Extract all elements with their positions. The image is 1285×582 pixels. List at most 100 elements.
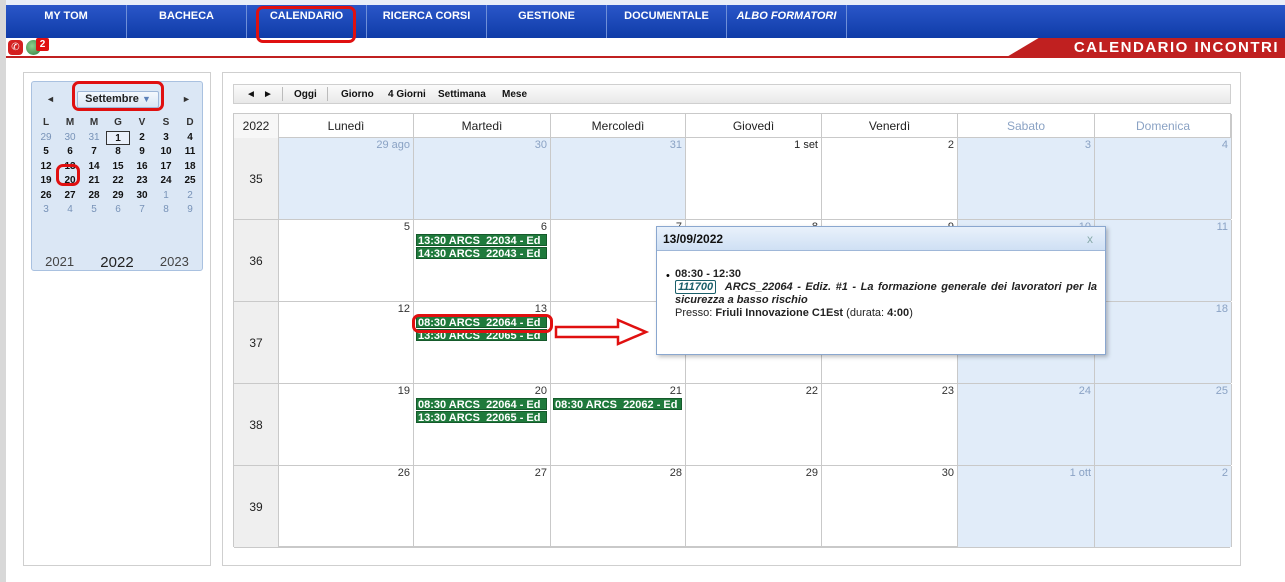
- day-cell[interactable]: 5: [279, 220, 414, 301]
- day-cell[interactable]: 18: [1095, 302, 1232, 383]
- mini-day[interactable]: 9: [130, 145, 154, 160]
- mini-day[interactable]: 15: [106, 160, 130, 175]
- view-day-button[interactable]: Giorno: [341, 89, 374, 100]
- day-number: 2: [1221, 467, 1228, 479]
- nav-albo-formatori[interactable]: ALBO FORMATORI: [727, 5, 847, 38]
- day-number: 6: [540, 221, 547, 233]
- mini-day[interactable]: 19: [34, 174, 58, 189]
- calendar-event[interactable]: 13:30 ARCS_22034 - Ed: [416, 234, 547, 246]
- day-cell[interactable]: 20 08:30 ARCS_22064 - Ed 13:30 ARCS_22065 …: [414, 384, 551, 465]
- phone-icon[interactable]: ✆: [8, 40, 23, 55]
- calendar-event[interactable]: 14:30 ARCS_22043 - Ed: [416, 247, 547, 259]
- day-cell[interactable]: 26: [279, 466, 414, 547]
- mini-day[interactable]: 3: [154, 131, 178, 146]
- close-icon[interactable]: x: [1087, 227, 1093, 251]
- page-banner: CALENDARIO INCONTRI: [1005, 38, 1285, 58]
- mini-day[interactable]: 12: [34, 160, 58, 175]
- highlight-day-13: [56, 164, 80, 186]
- calendar-event[interactable]: 13:30 ARCS_22065 - Ed: [416, 411, 547, 423]
- day-cell[interactable]: 25: [1095, 384, 1232, 465]
- week-row: 35 29 ago 30 31 1 set 2 3 4: [234, 138, 1232, 220]
- day-cell[interactable]: 21 08:30 ARCS_22062 - Ed: [551, 384, 686, 465]
- mini-day[interactable]: 16: [130, 160, 154, 175]
- nav-documentale[interactable]: DOCUMENTALE: [607, 5, 727, 38]
- day-cell[interactable]: 2: [822, 138, 958, 219]
- calendar-event[interactable]: 08:30 ARCS_22064 - Ed: [416, 398, 547, 410]
- day-cell[interactable]: 24: [958, 384, 1095, 465]
- mini-day[interactable]: 14: [82, 160, 106, 175]
- mini-day[interactable]: 2: [130, 131, 154, 146]
- view-4days-button[interactable]: 4 Giorni: [388, 89, 426, 100]
- mini-day[interactable]: 30: [130, 189, 154, 204]
- mini-day[interactable]: 23: [130, 174, 154, 189]
- day-cell[interactable]: 27: [414, 466, 551, 547]
- prev-button[interactable]: ◄: [246, 89, 256, 100]
- mini-day[interactable]: 24: [154, 174, 178, 189]
- nav-gestione[interactable]: GESTIONE: [487, 5, 607, 38]
- day-cell[interactable]: 29: [686, 466, 822, 547]
- mini-day[interactable]: 8: [106, 145, 130, 160]
- nav-bacheca[interactable]: BACHECA: [127, 5, 247, 38]
- mini-day[interactable]: 5: [82, 203, 106, 218]
- mini-day[interactable]: 2: [178, 189, 202, 204]
- mini-day[interactable]: 29: [34, 131, 58, 146]
- mini-day[interactable]: 26: [34, 189, 58, 204]
- mini-day[interactable]: 10: [154, 145, 178, 160]
- notification-badge[interactable]: 2: [36, 38, 49, 51]
- day-cell[interactable]: 30: [822, 466, 958, 547]
- mini-day[interactable]: 4: [178, 131, 202, 146]
- day-cell[interactable]: 31: [551, 138, 686, 219]
- mini-day[interactable]: 8: [154, 203, 178, 218]
- view-week-button[interactable]: Settimana: [438, 89, 486, 100]
- mini-day[interactable]: 3: [34, 203, 58, 218]
- mini-week-row: 29 30 31 1 2 3 4: [34, 130, 202, 146]
- year-current[interactable]: 2022: [100, 254, 133, 271]
- mini-day[interactable]: 1: [106, 130, 130, 145]
- year-prev[interactable]: 2021: [45, 254, 74, 271]
- mini-day[interactable]: 29: [106, 189, 130, 204]
- day-cell[interactable]: 1 ott: [958, 466, 1095, 547]
- day-cell[interactable]: 1 set: [686, 138, 822, 219]
- mini-day[interactable]: 25: [178, 174, 202, 189]
- mini-day[interactable]: 5: [34, 145, 58, 160]
- event-code[interactable]: 111700: [675, 280, 717, 294]
- mini-day[interactable]: 11: [178, 145, 202, 160]
- day-cell[interactable]: 22: [686, 384, 822, 465]
- mini-day[interactable]: 18: [178, 160, 202, 175]
- mini-day[interactable]: 6: [58, 145, 82, 160]
- next-button[interactable]: ►: [263, 89, 273, 100]
- mini-day[interactable]: 31: [82, 131, 106, 146]
- day-cell[interactable]: 12: [279, 302, 414, 383]
- day-cell[interactable]: 28: [551, 466, 686, 547]
- mini-day[interactable]: 9: [178, 203, 202, 218]
- mini-next-icon[interactable]: ►: [182, 94, 191, 104]
- calendar-event[interactable]: 08:30 ARCS_22062 - Ed: [553, 398, 682, 410]
- today-button[interactable]: Oggi: [294, 89, 317, 100]
- mini-day[interactable]: 6: [106, 203, 130, 218]
- mini-day[interactable]: 21: [82, 174, 106, 189]
- mini-day[interactable]: 22: [106, 174, 130, 189]
- day-cell[interactable]: 30: [414, 138, 551, 219]
- day-cell[interactable]: 29 ago: [279, 138, 414, 219]
- mini-day[interactable]: 7: [130, 203, 154, 218]
- mini-prev-icon[interactable]: ◄: [46, 94, 55, 104]
- mini-day[interactable]: 7: [82, 145, 106, 160]
- year-next[interactable]: 2023: [160, 254, 189, 271]
- day-cell[interactable]: 23: [822, 384, 958, 465]
- day-cell[interactable]: 6 13:30 ARCS_22034 - Ed 14:30 ARCS_22043 -…: [414, 220, 551, 301]
- day-cell[interactable]: 19: [279, 384, 414, 465]
- view-month-button[interactable]: Mese: [502, 89, 527, 100]
- day-cell[interactable]: 11: [1095, 220, 1232, 301]
- mini-day[interactable]: 4: [58, 203, 82, 218]
- mini-day[interactable]: 30: [58, 131, 82, 146]
- mini-day[interactable]: 28: [82, 189, 106, 204]
- nav-my-tom[interactable]: MY TOM: [6, 5, 127, 38]
- day-cell[interactable]: 2: [1095, 466, 1232, 547]
- mini-day[interactable]: 1: [154, 189, 178, 204]
- mini-day[interactable]: 17: [154, 160, 178, 175]
- day-cell[interactable]: 3: [958, 138, 1095, 219]
- mini-day[interactable]: 27: [58, 189, 82, 204]
- day-cell[interactable]: 4: [1095, 138, 1232, 219]
- nav-ricerca-corsi[interactable]: RICERCA CORSI: [367, 5, 487, 38]
- day-number: 5: [403, 221, 410, 233]
